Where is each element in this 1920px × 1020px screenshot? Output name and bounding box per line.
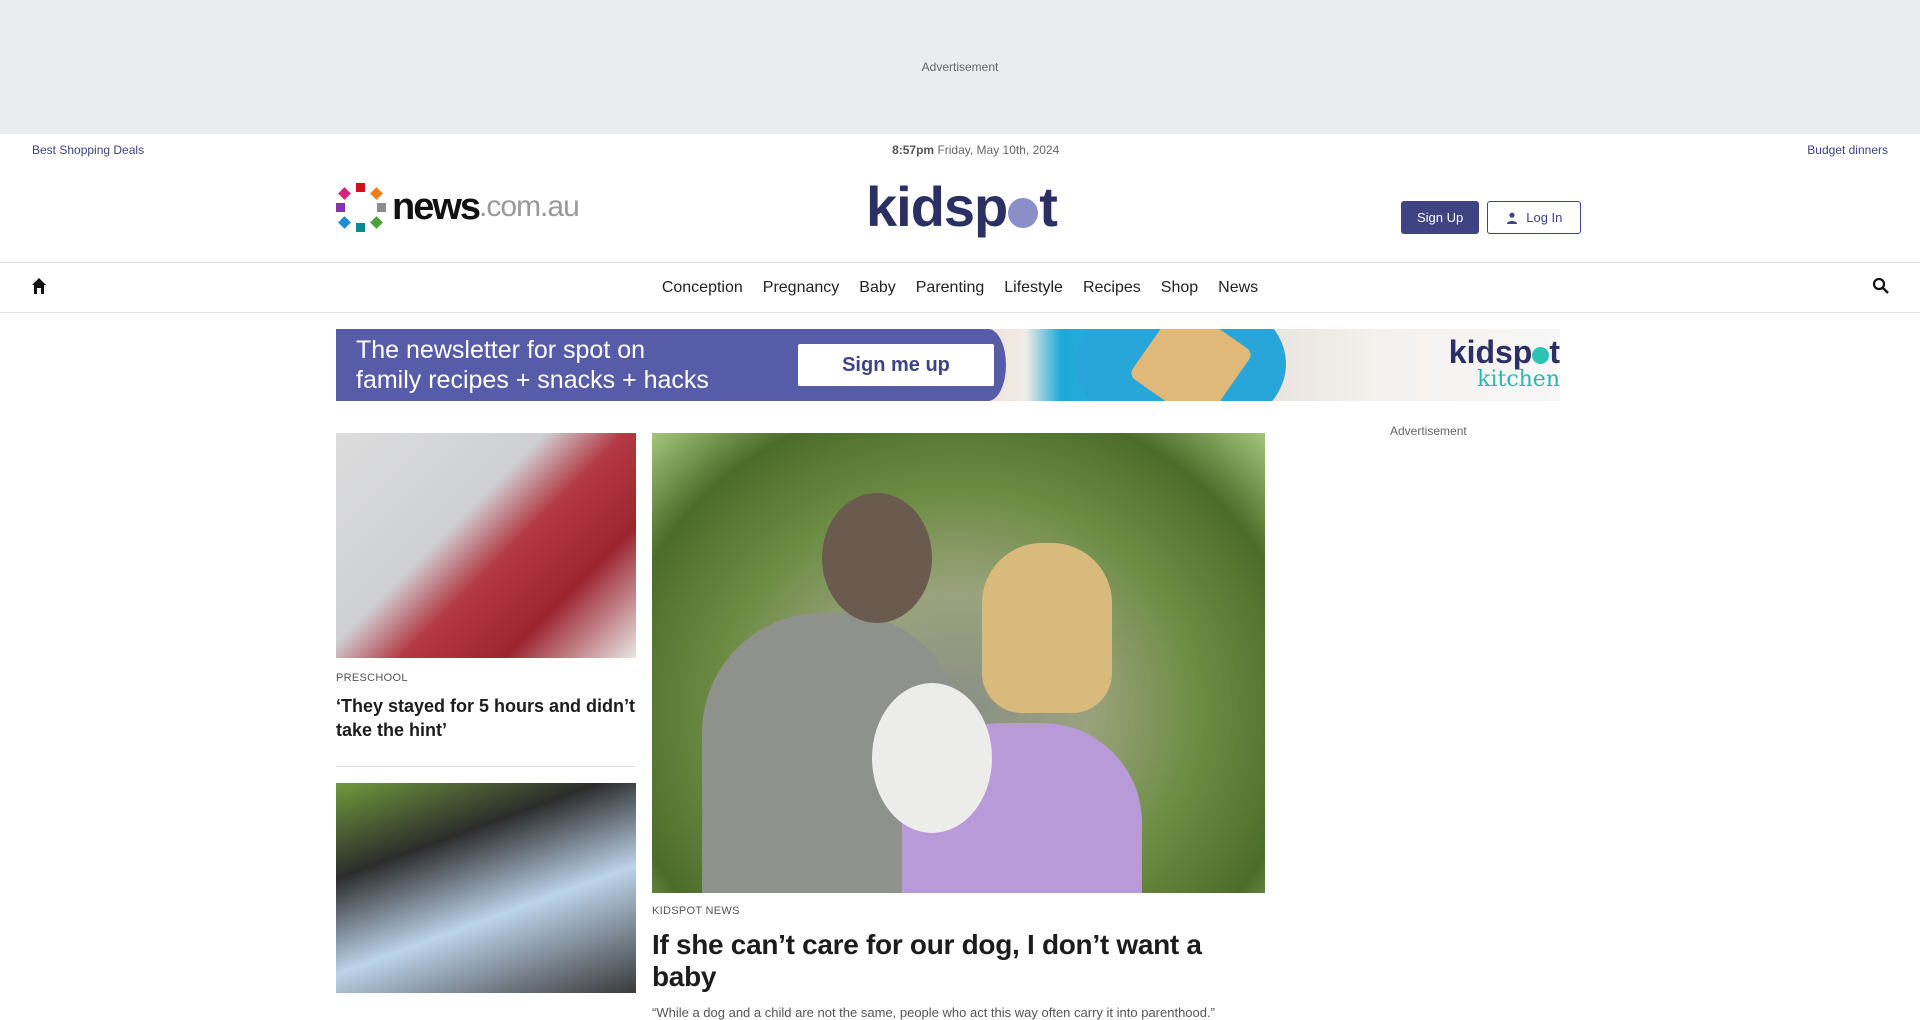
nav-item-lifestyle[interactable]: Lifestyle [1004, 279, 1063, 297]
utility-bar: Best Shopping Deals 8:57pm Friday, May 1… [0, 134, 1920, 166]
article-card[interactable] [336, 783, 636, 993]
main-navigation: Conception Pregnancy Baby Parenting Life… [0, 262, 1920, 313]
article-card[interactable]: PRESCHOOL ‘They stayed for 5 hours and d… [336, 433, 636, 742]
kidspot-logo-text-pre: kidsp [866, 175, 1008, 238]
nav-item-recipes[interactable]: Recipes [1083, 279, 1141, 297]
news-com-au-logo[interactable]: news .com.au [336, 182, 580, 232]
kidspot-logo[interactable]: kidsp t [866, 174, 1058, 239]
nav-item-news[interactable]: News [1218, 279, 1258, 297]
nav-item-shop[interactable]: Shop [1161, 279, 1198, 297]
article-thumbnail [336, 783, 636, 993]
article-headline: ‘They stayed for 5 hours and didn’t take… [336, 696, 636, 740]
news-logo-word: news [392, 185, 481, 228]
featured-hero-image [652, 433, 1265, 893]
news-logo-dots-icon [336, 182, 386, 232]
newsletter-banner-text: The newsletter for spot on family recipe… [356, 335, 776, 395]
kidspot-kitchen-logo: kidsp t kitchen [1449, 335, 1560, 391]
best-shopping-deals-link[interactable]: Best Shopping Deals [32, 143, 144, 157]
featured-standfirst: “While a dog and a child are not the sam… [652, 1005, 1215, 1020]
user-icon [1507, 212, 1518, 224]
article-list: PRESCHOOL ‘They stayed for 5 hours and d… [336, 433, 636, 993]
article-divider [336, 766, 636, 767]
log-in-label: Log In [1526, 210, 1563, 225]
home-button[interactable] [30, 277, 48, 300]
current-date: Friday, May 10th, 2024 [937, 143, 1060, 157]
budget-dinners-link[interactable]: Budget dinners [1807, 143, 1888, 157]
current-datetime: 8:57pm Friday, May 10th, 2024 [892, 143, 1059, 157]
kk-brand-post: t [1549, 334, 1560, 370]
kidspot-kitchen-dot-icon [1532, 347, 1550, 364]
featured-article: KIDSPOT NEWS If she can’t care for our d… [652, 433, 1265, 1020]
featured-article-image[interactable] [652, 433, 1265, 893]
banner-text-line1: The newsletter for spot on [356, 336, 646, 364]
sign-up-button[interactable]: Sign Up [1401, 201, 1480, 234]
kidspot-logo-text-post: t [1039, 175, 1058, 238]
news-logo-domain: .com.au [479, 190, 580, 223]
nav-item-baby[interactable]: Baby [859, 279, 895, 297]
top-advertisement: Advertisement [0, 0, 1920, 134]
newsletter-banner-image: kidsp t kitchen [966, 329, 1560, 401]
nav-item-parenting[interactable]: Parenting [916, 279, 985, 297]
search-icon [1872, 277, 1889, 294]
sign-me-up-button[interactable]: Sign me up [798, 344, 994, 386]
featured-headline[interactable]: If she can’t care for our dog, I don’t w… [652, 929, 1265, 993]
newsletter-banner[interactable]: The newsletter for spot on family recipe… [336, 329, 1560, 401]
nav-items: Conception Pregnancy Baby Parenting Life… [662, 279, 1258, 297]
article-thumbnail [336, 433, 636, 658]
current-time: 8:57pm [892, 143, 935, 157]
nav-item-conception[interactable]: Conception [662, 279, 743, 297]
side-advertisement-label: Advertisement [1390, 424, 1467, 438]
kk-brand-sub: kitchen [1477, 367, 1560, 392]
log-in-button[interactable]: Log In [1487, 201, 1582, 234]
home-icon [32, 278, 46, 294]
featured-kicker: KIDSPOT NEWS [652, 905, 740, 917]
nav-item-pregnancy[interactable]: Pregnancy [763, 279, 840, 297]
banner-text-line2: family recipes + snacks + hacks [356, 366, 709, 394]
kidspot-dot-icon [1008, 198, 1039, 228]
masthead: news .com.au kidsp t Sign Up Log In [0, 166, 1920, 262]
newsletter-banner-promo: The newsletter for spot on family recipe… [336, 329, 1006, 401]
kk-brand-pre: kidsp [1448, 334, 1533, 370]
advertisement-label: Advertisement [921, 60, 999, 74]
search-button[interactable] [1872, 277, 1890, 300]
article-kicker: PRESCHOOL [336, 672, 408, 684]
auth-buttons: Sign Up Log In [1401, 201, 1582, 234]
